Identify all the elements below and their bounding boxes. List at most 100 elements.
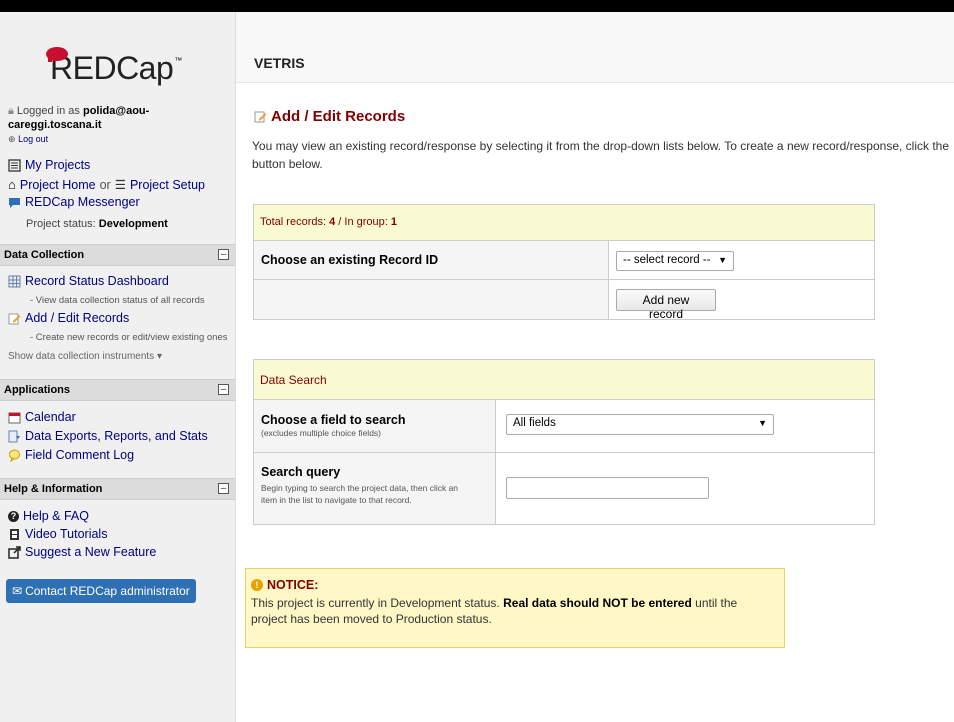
video-tutorials-label: Video Tutorials: [25, 527, 108, 541]
page-title-text: Add / Edit Records: [271, 108, 406, 125]
dropdown-arrow-icon: ▼: [758, 418, 767, 428]
add-edit-records-link[interactable]: Add / Edit Records: [8, 311, 129, 325]
balloon-icon: [9, 449, 20, 462]
project-home-row: ⌂ Project Home or ☰ Project Setup: [8, 177, 205, 192]
data-exports-link[interactable]: Data Exports, Reports, and Stats: [8, 429, 208, 443]
development-notice: ! NOTICE: This project is currently in D…: [245, 568, 785, 648]
logout-link[interactable]: ⊕ Log out: [8, 134, 48, 145]
section-help: Help & Information –: [0, 478, 235, 500]
section-title: Applications: [4, 384, 71, 396]
collapse-minus-icon[interactable]: –: [218, 483, 229, 494]
add-edit-label: Add / Edit Records: [25, 311, 130, 325]
help-faq-label: Help & FAQ: [23, 509, 89, 523]
grid-icon: [8, 275, 21, 287]
external-link-icon: [8, 545, 21, 559]
section-title: Help & Information: [4, 483, 103, 495]
collapse-minus-icon[interactable]: –: [218, 249, 229, 260]
logout-label: Log out: [18, 134, 49, 144]
warning-circle-icon: !: [251, 579, 263, 591]
search-query-input[interactable]: [506, 477, 709, 499]
search-query-input-cell: [496, 453, 874, 524]
search-query-sub1: Begin typing to search the project data,…: [261, 483, 459, 493]
logged-in-prefix: Logged in as: [16, 105, 80, 117]
section-applications: Applications –: [0, 379, 235, 401]
calendar-icon: [8, 412, 21, 423]
search-query-sub2: item in the list to navigate to that rec…: [261, 495, 412, 505]
project-header: VETRIS: [236, 12, 954, 83]
collapse-minus-icon[interactable]: –: [218, 384, 229, 395]
empty-cell: [254, 280, 609, 319]
group-value: 1: [390, 216, 398, 228]
redcap-logo[interactable]: REDCap™: [46, 47, 183, 90]
record-id-select[interactable]: -- select record -- ▼: [616, 251, 734, 271]
suggest-feature-label: Suggest a New Feature: [25, 545, 157, 559]
notice-text2: until the: [695, 596, 738, 610]
setup-list-icon: ☰: [114, 178, 126, 192]
dropdown-arrow-icon: ▼: [718, 255, 727, 265]
field-search-label: Choose a field to search: [261, 413, 406, 427]
my-projects-label: My Projects: [25, 158, 91, 172]
section-data-collection: Data Collection –: [0, 244, 235, 266]
or-text: or: [99, 177, 111, 192]
video-tutorials-link[interactable]: Video Tutorials: [8, 527, 107, 541]
suggest-feature-link[interactable]: Suggest a New Feature: [8, 545, 156, 559]
project-status-label: Project status:: [26, 218, 96, 230]
edit-pencil-icon: [254, 111, 267, 123]
browser-viewport: REDCap™ 🔒︎ Logged in as polida@aou- care…: [0, 12, 954, 722]
caret-down-icon: ▾: [156, 351, 162, 362]
search-query-label-cell: Search query Begin typing to search the …: [254, 453, 496, 524]
choose-record-label: Choose an existing Record ID: [261, 253, 439, 267]
show-instruments-toggle[interactable]: Show data collection instruments ▾: [8, 351, 162, 362]
calendar-label: Calendar: [25, 410, 76, 424]
add-new-record-button[interactable]: Add new record: [616, 289, 716, 321]
notice-title: NOTICE:: [267, 578, 319, 592]
project-home-link[interactable]: Project Home: [20, 178, 96, 192]
record-status-label: Record Status Dashboard: [25, 274, 169, 288]
total-value: 4: [329, 216, 336, 228]
record-status-sub: - View data collection status of all rec…: [30, 295, 205, 306]
messenger-label: REDCap Messenger: [25, 195, 140, 209]
choose-record-label-cell: Choose an existing Record ID: [254, 241, 609, 280]
records-table: Total records: 4 / In group: 1 Choose an…: [253, 204, 875, 321]
field-search-label-cell: Choose a field to search (excludes multi…: [254, 400, 496, 453]
home-icon: ⌂: [8, 177, 16, 192]
field-comment-log-label: Field Comment Log: [25, 448, 135, 462]
group-label: In group:: [344, 216, 388, 228]
project-status-value: Development: [98, 218, 168, 230]
logged-in-line: 🔒︎ Logged in as polida@aou-: [8, 105, 149, 118]
add-edit-sub: - Create new records or edit/view existi…: [30, 332, 228, 343]
logo-tm: ™: [174, 56, 183, 65]
username-line2: careggi.toscana.it: [8, 119, 102, 131]
search-query-label: Search query: [261, 465, 341, 479]
film-icon: [10, 528, 19, 540]
username-line1: polida@aou-: [82, 105, 150, 117]
graduation-cap-icon: [46, 47, 68, 62]
field-search-input-cell: All fields ▼: [496, 400, 874, 453]
edit-pencil-icon: [8, 313, 21, 324]
notice-header: ! NOTICE:: [251, 578, 318, 592]
sidebar: REDCap™ 🔒︎ Logged in as polida@aou- care…: [0, 12, 236, 722]
calendar-link[interactable]: Calendar: [8, 410, 76, 424]
chat-icon: [9, 197, 20, 208]
data-search-table: Data Search Choose a field to search (ex…: [253, 359, 875, 525]
page-title: Add / Edit Records: [254, 108, 405, 125]
lock-icon: 🔒︎: [8, 105, 14, 117]
question-circle-icon: ?: [8, 510, 19, 522]
messenger-link[interactable]: REDCap Messenger: [8, 195, 140, 209]
total-label: Total records:: [260, 216, 327, 228]
help-faq-link[interactable]: ? Help & FAQ: [8, 509, 89, 523]
project-title: VETRIS: [254, 55, 305, 71]
record-status-dashboard-link[interactable]: Record Status Dashboard: [8, 274, 169, 288]
intro-line1: You may view an existing record/response…: [252, 139, 950, 153]
section-title: Data Collection: [4, 249, 85, 261]
my-projects-link[interactable]: My Projects: [8, 158, 90, 172]
notice-body: This project is currently in Development…: [251, 595, 781, 627]
add-record-cell: Add new record: [609, 280, 874, 321]
field-select[interactable]: All fields ▼: [506, 414, 774, 435]
contact-admin-label: Contact REDCap administrator: [25, 584, 190, 598]
field-comment-log-link[interactable]: Field Comment Log: [8, 448, 134, 462]
project-status: Project status: Development: [26, 218, 168, 230]
export-icon: [8, 430, 20, 442]
project-setup-link[interactable]: Project Setup: [130, 178, 205, 192]
contact-admin-button[interactable]: ✉ Contact REDCap administrator: [6, 579, 196, 603]
